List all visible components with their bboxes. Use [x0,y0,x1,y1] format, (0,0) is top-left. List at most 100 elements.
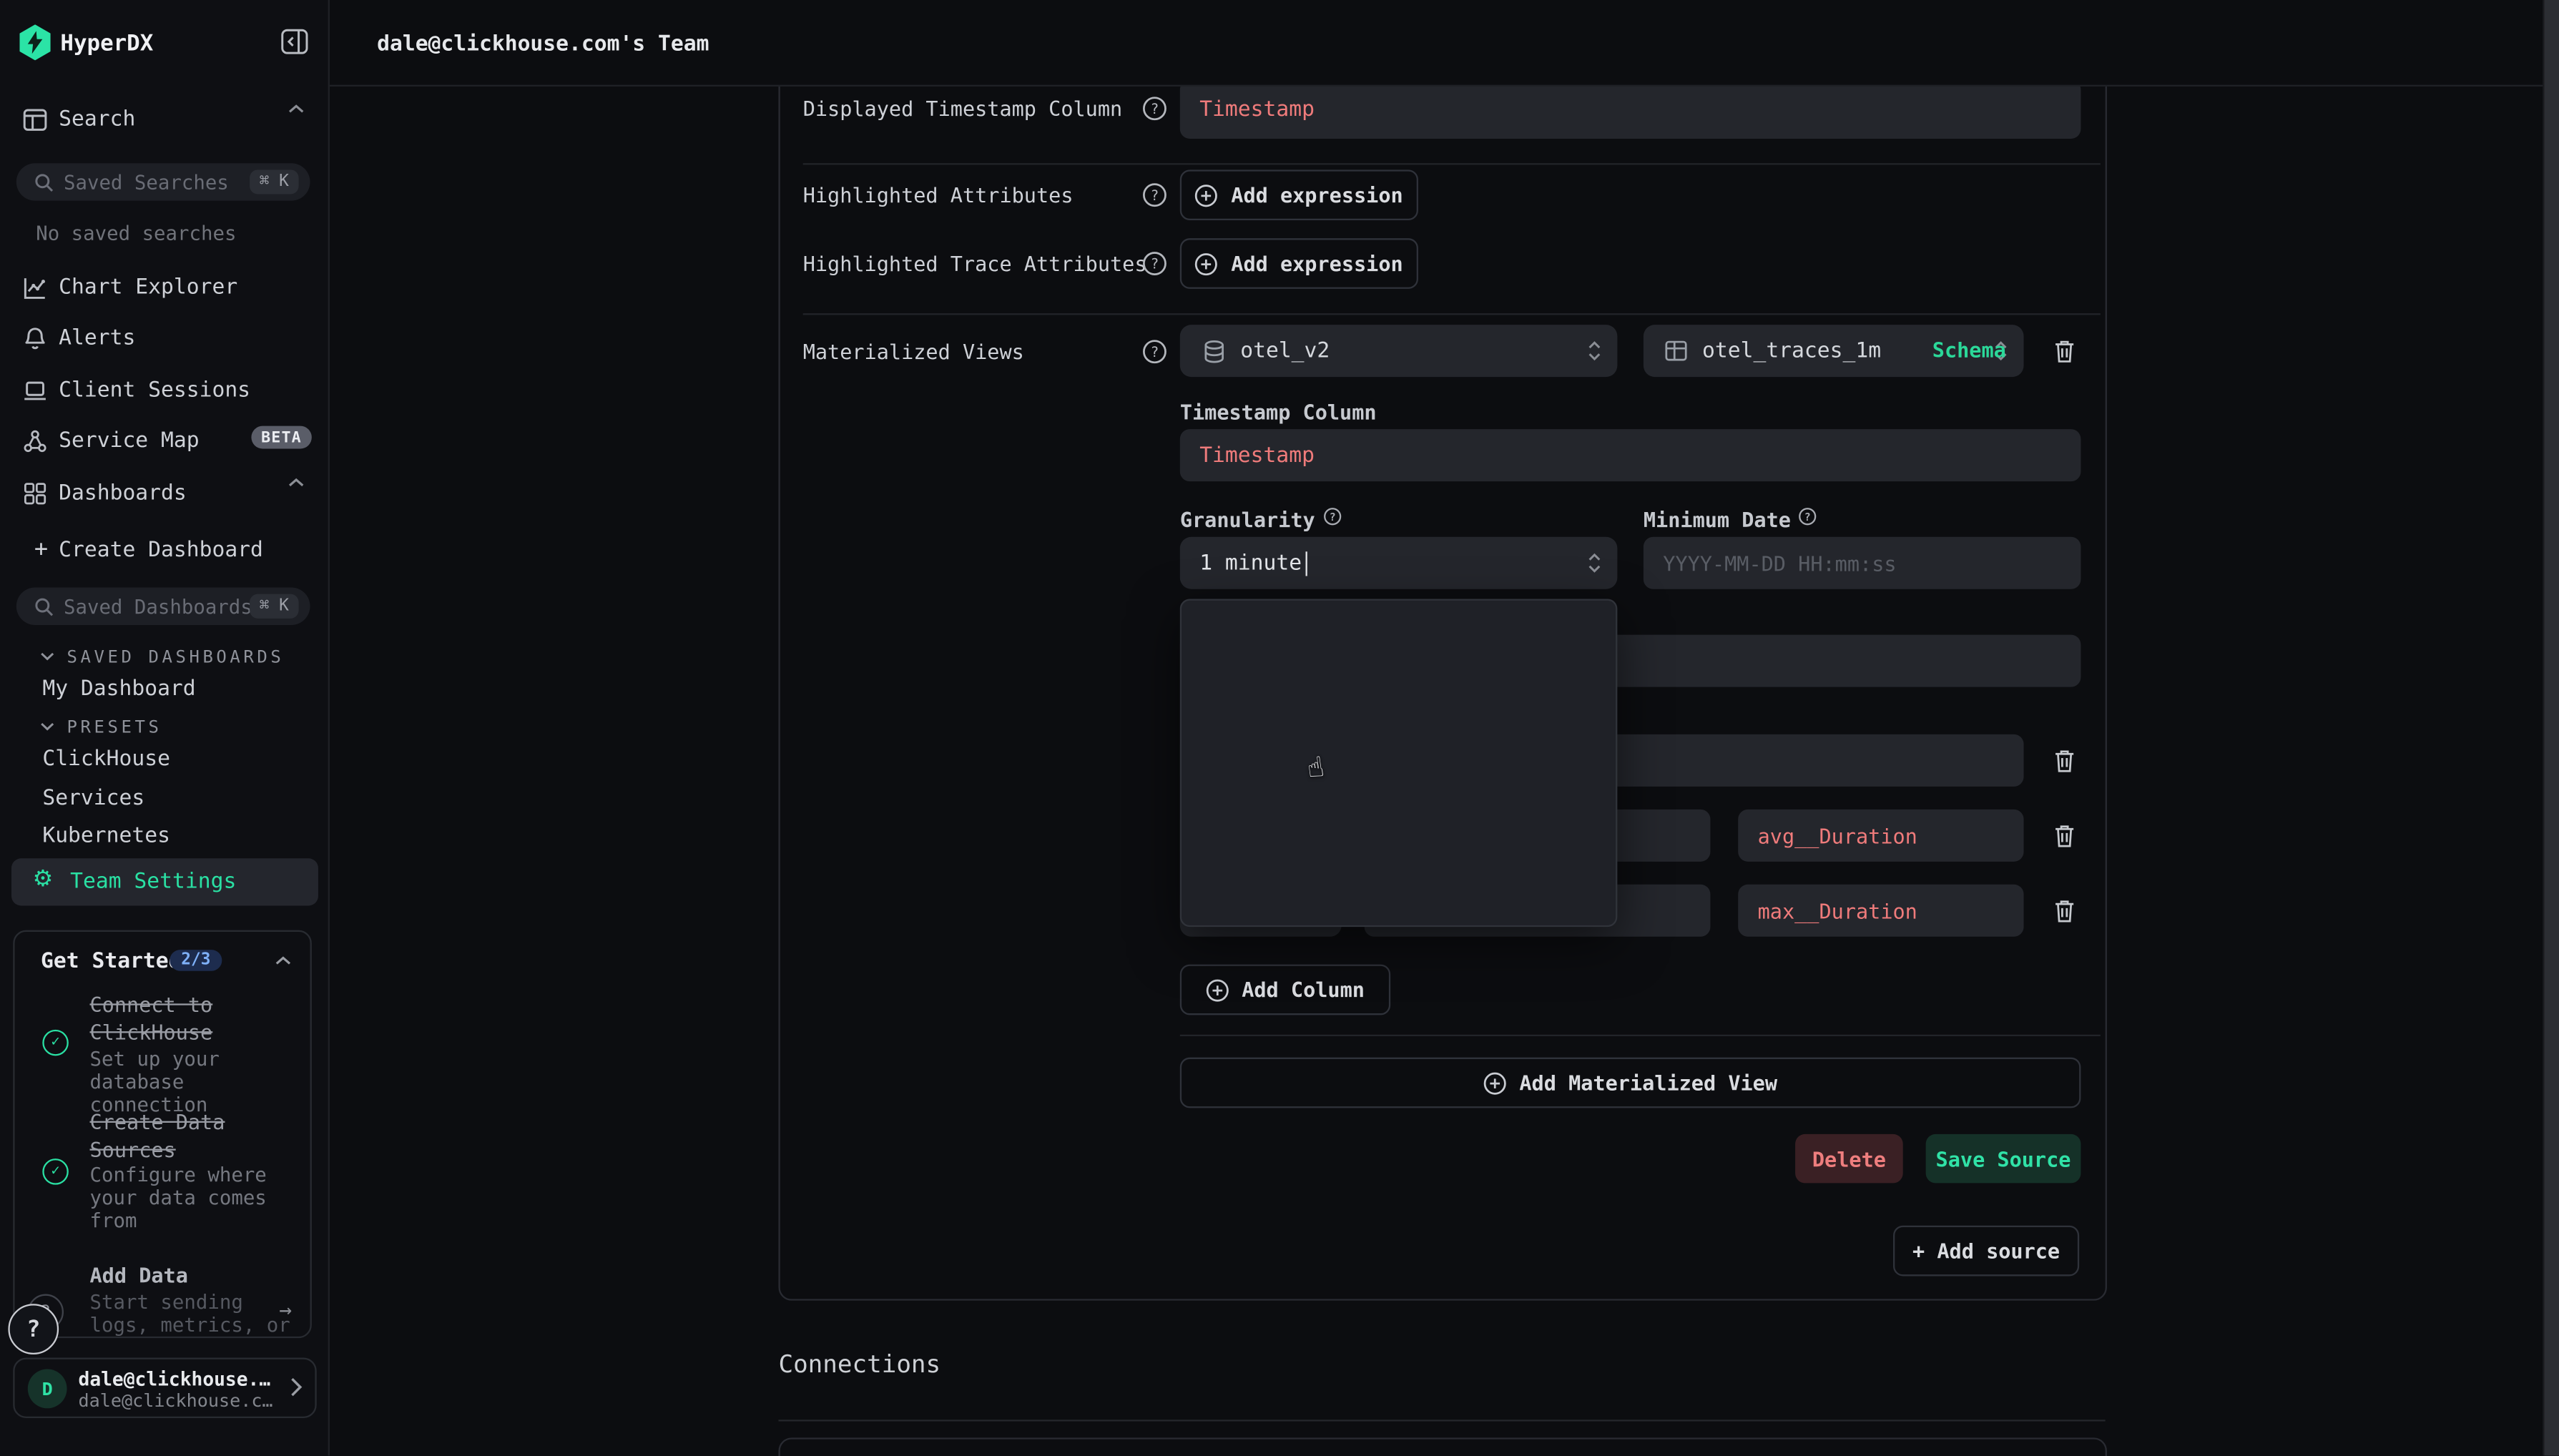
help-circle-icon[interactable]: ? [1142,340,1166,364]
circle-plus-icon [1195,252,1218,275]
sidebar-item-clickhouse[interactable]: ClickHouse [42,747,170,772]
circle-plus-icon [1206,978,1229,1001]
sidebar-item-create-dashboard[interactable]: + Create Dashboard [0,527,330,573]
text-caret [1305,551,1307,575]
sidebar-item-label: Chart Explorer [59,275,237,300]
sidebar-item-alerts[interactable]: Alerts [0,315,330,360]
chevron-up-icon[interactable] [288,476,305,489]
highlighted-attributes-label: Highlighted Attributes [803,183,1074,207]
help-circle-icon[interactable]: ? [1142,97,1166,121]
displayed-timestamp-input[interactable]: Timestamp [1180,80,2081,139]
divider [803,163,2101,164]
sidebar-item-label: Client Sessions [59,378,250,402]
get-started-step-desc: logs, metrics, or [90,1314,290,1337]
help-circle-icon[interactable]: ? [1142,183,1166,207]
add-column-button[interactable]: Add Column [1180,965,1390,1015]
svg-text:?: ? [1151,256,1159,272]
get-started-step-title[interactable]: Add Data [90,1263,188,1287]
sidebar-item-label: Alerts [59,325,135,350]
user-menu[interactable]: D dale@clickhouse.… dale@clickhouse.c… [13,1358,316,1418]
avatar: D [28,1369,67,1409]
table-icon [1665,340,1688,363]
chevron-down-icon[interactable] [39,649,56,662]
info-circle-icon[interactable]: ? [1799,508,1817,526]
gear-icon: ⚙ [33,868,54,891]
displayed-timestamp-value: Timestamp [1199,97,1315,122]
materialized-views-label: Materialized Views [803,340,1024,364]
progress-badge: 2/3 [170,950,222,971]
add-materialized-view-button[interactable]: Add Materialized View [1180,1058,2081,1108]
mv-timestamp-input[interactable]: Timestamp [1180,429,2081,481]
column-alias-input[interactable]: avg__Duration [1738,810,2023,862]
svg-text:?: ? [1151,187,1159,204]
sidebar-item-search[interactable]: Search [0,97,330,142]
svg-text:?: ? [1151,101,1159,117]
saved-searches-input[interactable]: Saved Searches ⌘ K [16,163,310,200]
chevron-down-icon[interactable] [39,719,56,732]
sidebar: HyperDX Search Saved Searches ⌘ K No sav… [0,0,330,1455]
get-started-title: Get Started [41,950,181,974]
add-expression-label: Add expression [1231,183,1403,207]
titlebar: dale@clickhouse.com's Team [330,0,2559,87]
sidebar-item-service-map[interactable]: Service Map BETA [0,418,330,463]
saved-dashboards-section-label[interactable]: SAVED DASHBOARDS [67,648,285,667]
help-circle-icon[interactable]: ? [1142,251,1166,275]
minimum-date-placeholder: YYYY-MM-DD HH:mm:ss [1663,551,1896,575]
save-source-button[interactable]: Save Source [1926,1134,2081,1183]
column-alias-input[interactable]: max__Duration [1738,885,2023,937]
add-expression-button[interactable]: Add expression [1180,238,1418,289]
get-started-step-title[interactable]: Create Data [90,1110,225,1134]
unfold-icon [1585,338,1604,364]
minimum-date-label: Minimum Date ? [1644,508,1817,532]
presets-section-label[interactable]: PRESETS [67,718,162,737]
get-started-step-desc: Set up your [90,1048,220,1071]
sidebar-item-dashboards[interactable]: Dashboards [0,470,330,516]
user-name: dale@clickhouse.… [79,1367,271,1390]
app-window: Timestamp Displayed Timestamp Column ? H… [0,0,2559,1456]
granularity-select[interactable]: 1 minute [1180,537,1618,589]
get-started-step-desc: from [90,1209,137,1232]
arrow-right-icon: → [279,1299,292,1323]
trash-icon[interactable] [2051,897,2078,925]
dashboards-grid-icon [23,481,47,505]
trash-icon[interactable] [2051,822,2078,850]
sidebar-item-my-dashboard[interactable]: My Dashboard [42,677,195,702]
sidebar-item-chart-explorer[interactable]: Chart Explorer [0,265,330,310]
trash-icon[interactable] [2051,338,2078,365]
add-source-button[interactable]: + Add source [1893,1226,2079,1277]
delete-button[interactable]: Delete [1795,1134,1903,1183]
info-circle-icon[interactable]: ? [1323,508,1341,526]
get-started-step-desc: traces [90,1337,161,1338]
schema-link[interactable]: Schema [1932,338,2006,362]
check-circle-icon: ✓ [42,1159,69,1185]
svg-text:?: ? [1329,511,1335,523]
search-section-icon [23,107,47,131]
scrollbar[interactable] [2543,0,2559,1455]
help-button[interactable]: ? [8,1304,59,1354]
unfold-icon [1585,550,1604,576]
minimum-date-input[interactable]: YYYY-MM-DD HH:mm:ss [1644,537,2081,589]
scrollbar-thumb[interactable] [2544,0,2559,1455]
add-expression-button[interactable]: Add expression [1180,169,1418,220]
trash-icon[interactable] [2051,747,2078,775]
saved-dashboards-input[interactable]: Saved Dashboards ⌘ K [16,587,310,624]
collapse-sidebar-icon[interactable] [280,28,308,56]
plus-icon: + [34,537,48,564]
svg-text:?: ? [1151,344,1159,360]
bell-icon [23,325,47,350]
sidebar-item-kubernetes[interactable]: Kubernetes [42,824,170,848]
user-email: dale@clickhouse.c… [79,1390,273,1412]
connections-card [778,1437,2106,1456]
chevron-up-icon[interactable] [288,103,305,116]
sidebar-item-client-sessions[interactable]: Client Sessions [0,367,330,413]
mv-view-select[interactable]: otel_v2 [1180,325,1618,377]
get-started-step-title[interactable]: Sources [90,1137,176,1161]
circle-plus-icon [1195,184,1218,207]
get-started-step-title[interactable]: Connect to [90,992,213,1016]
get-started-step-title[interactable]: ClickHouse [90,1020,213,1044]
sidebar-item-team-settings[interactable]: ⚙ Team Settings [11,858,318,905]
chevron-up-icon[interactable] [274,955,292,968]
saved-searches-placeholder: Saved Searches [64,170,229,193]
sidebar-item-services[interactable]: Services [42,787,144,811]
search-icon [34,596,54,616]
